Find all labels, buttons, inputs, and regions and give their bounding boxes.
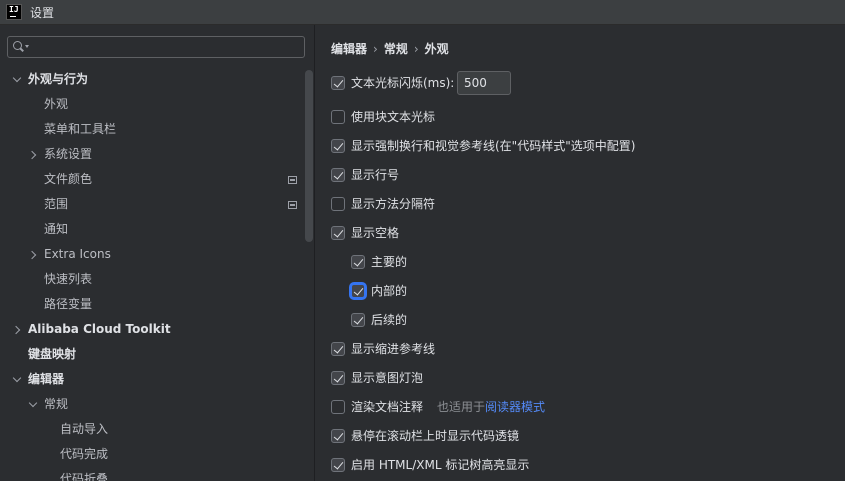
breadcrumb-item-editor[interactable]: 编辑器 — [331, 42, 367, 56]
tree-item-label: 外观与行为 — [28, 72, 89, 86]
intellij-logo-icon: IJ — [6, 4, 22, 20]
tree-item-label: 路径变量 — [44, 297, 93, 311]
search-input[interactable] — [34, 39, 298, 57]
code-lens-checkbox[interactable] — [331, 429, 345, 443]
tree-item[interactable]: 外观 — [0, 92, 305, 117]
tag-tree-checkbox[interactable] — [331, 458, 345, 472]
chevron-down-icon[interactable] — [12, 367, 24, 392]
caret-blink-label: 文本光标闪烁(ms): — [351, 76, 455, 90]
tree-item[interactable]: Alibaba Cloud Toolkit — [0, 317, 305, 342]
caret-blink-ms-input[interactable]: 500 — [457, 71, 511, 95]
chevron-right-icon[interactable] — [28, 242, 40, 267]
project-level-icon — [288, 201, 297, 209]
chevron-right-icon[interactable] — [12, 317, 24, 342]
intention-bulb-label: 显示意图灯泡 — [351, 371, 424, 385]
caret-blink-checkbox[interactable] — [331, 76, 345, 90]
tree-item-label: 代码完成 — [60, 447, 109, 461]
render-docs-label: 渲染文档注释 — [351, 400, 424, 414]
tree-item[interactable]: 常规 — [0, 392, 305, 417]
hard-wraps-checkbox[interactable] — [331, 139, 345, 153]
tag-tree-label: 启用 HTML/XML 标记树高亮显示 — [351, 458, 530, 472]
tree-item[interactable]: 外观与行为 — [0, 67, 305, 92]
tree-item[interactable]: Extra Icons — [0, 242, 305, 267]
tree-item[interactable]: 代码折叠 — [0, 467, 305, 481]
line-numbers-checkbox[interactable] — [331, 168, 345, 182]
search-icon[interactable] — [13, 41, 22, 50]
tree-item[interactable]: 菜单和工具栏 — [0, 117, 305, 142]
tree-item[interactable]: 快速列表 — [0, 267, 305, 292]
tree-item[interactable]: 键盘映射 — [0, 342, 305, 367]
title-bar: IJ 设置 — [0, 0, 845, 25]
block-caret-checkbox[interactable] — [331, 110, 345, 124]
breadcrumb-item-general[interactable]: 常规 — [384, 42, 408, 56]
breadcrumb: 编辑器 › 常规 › 外观 — [331, 40, 455, 56]
render-docs-note: 也适用于 — [437, 400, 486, 414]
settings-tree: 外观与行为外观菜单和工具栏 系统设置文件颜色范围通知 Extra Icons 快速列表… — [0, 67, 305, 481]
tree-item[interactable]: 通知 — [0, 217, 305, 242]
chevron-down-icon[interactable] — [12, 67, 24, 92]
leading-label: 主要的 — [371, 255, 408, 269]
hard-wraps-label: 显示强制换行和视觉参考线(在"代码样式"选项中配置) — [351, 139, 636, 153]
render-docs-checkbox[interactable] — [331, 400, 345, 414]
project-level-icon — [288, 176, 297, 184]
tree-item-label: 系统设置 — [44, 147, 93, 161]
line-numbers-label: 显示行号 — [351, 168, 400, 182]
breadcrumb-separator: › — [413, 42, 419, 56]
trailing-checkbox[interactable] — [351, 313, 365, 327]
tree-item[interactable]: 路径变量 — [0, 292, 305, 317]
whitespaces-checkbox[interactable] — [331, 226, 345, 240]
method-separators-label: 显示方法分隔符 — [351, 197, 436, 211]
chevron-right-icon[interactable] — [28, 142, 40, 167]
intention-bulb-checkbox[interactable] — [331, 371, 345, 385]
settings-search-box[interactable] — [7, 36, 305, 58]
leading-checkbox[interactable] — [351, 255, 365, 269]
tree-item[interactable]: 系统设置 — [0, 142, 305, 167]
tree-item-label: Extra Icons — [44, 247, 111, 261]
method-separators-checkbox[interactable] — [331, 197, 345, 211]
inner-checkbox[interactable] — [351, 284, 365, 298]
chevron-down-icon[interactable] — [28, 392, 40, 417]
block-caret-label: 使用块文本光标 — [351, 110, 436, 124]
settings-content: 编辑器 › 常规 › 外观 文本光标闪烁(ms): 500 使用块文本光标 显示强制换行… — [315, 25, 845, 481]
indent-guides-label: 显示缩进参考线 — [351, 342, 436, 356]
tree-item-label: 编辑器 — [28, 372, 65, 386]
tree-item[interactable]: 自动导入 — [0, 417, 305, 442]
sidebar-scrollbar[interactable] — [305, 70, 313, 242]
tree-item-label: 通知 — [44, 222, 69, 236]
reader-mode-link[interactable]: 阅读器模式 — [485, 400, 545, 414]
trailing-label: 后续的 — [371, 313, 408, 327]
tree-item[interactable]: 编辑器 — [0, 367, 305, 392]
whitespaces-label: 显示空格 — [351, 226, 400, 240]
tree-item-label: 快速列表 — [44, 272, 93, 286]
window-title: 设置 — [30, 6, 55, 20]
tree-item-label: 自动导入 — [60, 422, 109, 436]
code-lens-label: 悬停在滚动栏上时显示代码透镜 — [351, 429, 520, 443]
search-history-dropdown-icon[interactable] — [25, 45, 29, 48]
tree-item-label: 常规 — [44, 397, 69, 411]
tree-item-label: 文件颜色 — [44, 172, 93, 186]
tree-item-label: Alibaba Cloud Toolkit — [28, 322, 171, 336]
tree-item-label: 范围 — [44, 197, 69, 211]
settings-sidebar: 外观与行为外观菜单和工具栏 系统设置文件颜色范围通知 Extra Icons 快速列表… — [0, 25, 315, 481]
tree-item[interactable]: 范围 — [0, 192, 305, 217]
tree-item-label: 菜单和工具栏 — [44, 122, 117, 136]
inner-label: 内部的 — [371, 284, 408, 298]
tree-item-label: 键盘映射 — [28, 347, 77, 361]
tree-item-label: 代码折叠 — [60, 472, 109, 481]
breadcrumb-item-appearance: 外观 — [424, 42, 449, 56]
tree-item[interactable]: 代码完成 — [0, 442, 305, 467]
breadcrumb-separator: › — [373, 42, 378, 56]
tree-item-label: 外观 — [44, 97, 69, 111]
tree-item[interactable]: 文件颜色 — [0, 167, 305, 192]
indent-guides-checkbox[interactable] — [331, 342, 345, 356]
